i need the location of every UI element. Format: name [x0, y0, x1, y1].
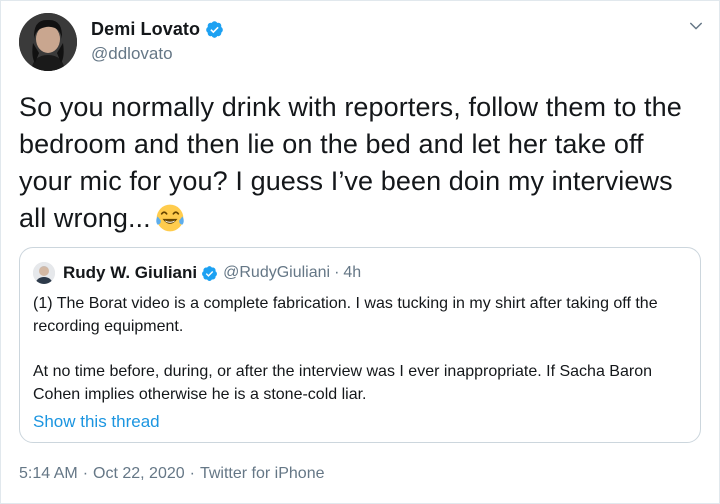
author-name-row: Demi Lovato	[91, 19, 224, 40]
separator-dot: ·	[334, 264, 340, 281]
separator-dot: ·	[82, 465, 89, 482]
quoted-timestamp[interactable]: 4h	[343, 264, 361, 282]
profile-photo-icon	[19, 13, 77, 71]
quoted-paragraph: (1) The Borat video is a complete fabric…	[33, 295, 658, 335]
author-avatar[interactable]	[19, 13, 77, 71]
chevron-down-icon[interactable]	[687, 17, 705, 35]
quoted-tweet-header: Rudy W. Giuliani @RudyGiuliani · 4h	[33, 262, 361, 284]
face-with-tears-of-joy-icon	[156, 204, 184, 232]
tweet-date[interactable]: Oct 22, 2020	[93, 465, 185, 483]
author-display-name[interactable]: Demi Lovato	[91, 19, 200, 40]
author-handle[interactable]: @ddlovato	[91, 44, 224, 64]
quoted-tweet-body: (1) The Borat video is a complete fabric…	[33, 292, 695, 406]
profile-photo-icon	[33, 262, 55, 284]
tweet-time[interactable]: 5:14 AM	[19, 465, 78, 483]
tweet-meta: 5:14 AM · Oct 22, 2020 · Twitter for iPh…	[19, 465, 324, 483]
quoted-author-avatar[interactable]	[33, 262, 55, 284]
tweet-card: Demi Lovato @ddlovato So you normally dr…	[0, 0, 720, 504]
quoted-tweet[interactable]: Rudy W. Giuliani @RudyGiuliani · 4h (1) …	[19, 247, 701, 443]
quoted-author-handle[interactable]: @RudyGiuliani	[223, 264, 330, 282]
quoted-paragraph: At no time before, during, or after the …	[33, 363, 652, 403]
tweet-text: So you normally drink with reporters, fo…	[19, 89, 699, 237]
separator-dot: ·	[189, 465, 195, 482]
verified-badge-icon	[206, 21, 223, 38]
verified-badge-icon	[202, 265, 218, 281]
author-block: Demi Lovato @ddlovato	[91, 19, 224, 64]
show-thread-link[interactable]: Show this thread	[33, 412, 160, 432]
tweet-body-text: So you normally drink with reporters, fo…	[19, 92, 682, 233]
tweet-source[interactable]: Twitter for iPhone	[200, 465, 325, 483]
quoted-author-display-name[interactable]: Rudy W. Giuliani	[63, 263, 197, 283]
